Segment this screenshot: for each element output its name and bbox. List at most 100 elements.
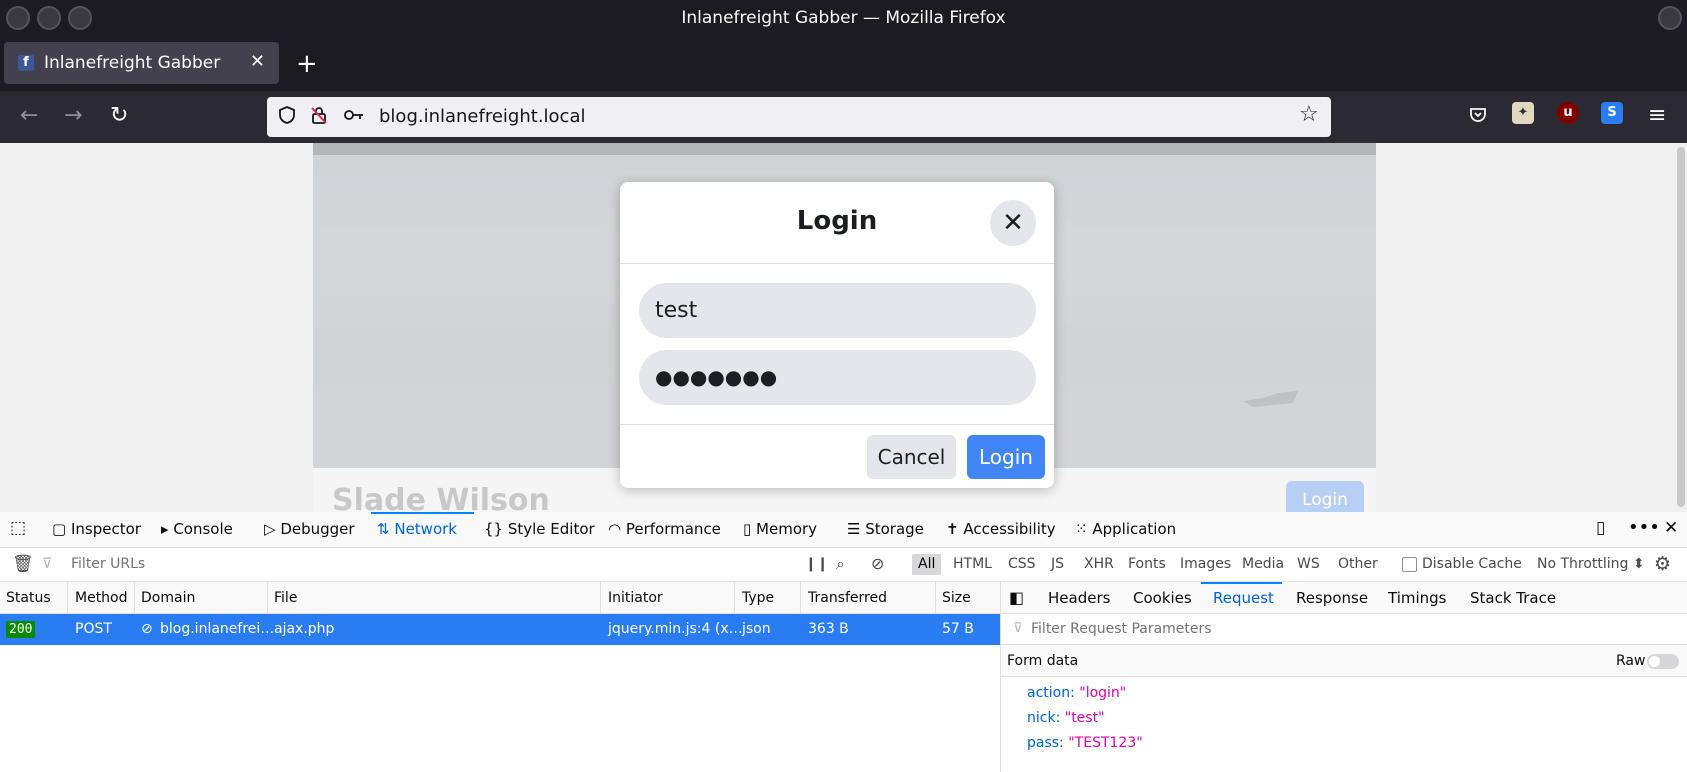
tab-accessibility[interactable]: ✝ Accessibility <box>946 520 1056 538</box>
filter-media[interactable]: Media <box>1242 556 1284 572</box>
extension-foxy-icon[interactable]: ✦ <box>1512 102 1534 124</box>
key-icon[interactable] <box>343 105 365 130</box>
tab-style-editor[interactable]: {} Style Editor <box>484 520 595 538</box>
request-details-sidebar: ◧ Headers Cookies Request Response Timin… <box>1000 582 1687 772</box>
url-text[interactable]: blog.inlanefreight.local <box>379 106 585 127</box>
browser-tab[interactable]: f Inlanefreight Gabber ✕ <box>4 42 279 84</box>
filter-all[interactable]: All <box>912 554 942 575</box>
tab-debugger[interactable]: ▷ Debugger <box>264 520 355 538</box>
request-domain: blog.inlanefrei… <box>160 621 275 637</box>
devtools-panel: ⬚ ▢ Inspector ▸ Console ▷ Debugger ⇅ Net… <box>0 512 1687 772</box>
raw-toggle-knob <box>1649 656 1660 667</box>
tab-storage[interactable]: ☰ Storage <box>847 520 924 538</box>
pause-icon[interactable]: ❙❙ <box>805 556 828 572</box>
filter-js[interactable]: JS <box>1051 556 1064 572</box>
ublock-origin-icon[interactable]: u <box>1557 102 1579 124</box>
extension-s-icon[interactable]: S <box>1601 102 1623 124</box>
page-scrollbar[interactable] <box>1677 147 1685 507</box>
modal-divider <box>620 263 1054 264</box>
trash-icon[interactable]: 🗑 <box>12 554 34 574</box>
form-data-header: Form data Raw <box>1001 645 1687 677</box>
column-divider <box>800 582 801 614</box>
password-field[interactable]: ●●●●●●● <box>639 350 1036 405</box>
column-size[interactable]: Size <box>942 590 971 606</box>
close-tab-icon[interactable]: ✕ <box>250 51 265 72</box>
throttling-select[interactable]: No Throttling ⬍ <box>1537 556 1645 572</box>
settings-gear-icon[interactable]: ⚙ <box>1654 553 1671 575</box>
column-transferred[interactable]: Transferred <box>808 590 887 606</box>
tab-inspector[interactable]: ▢ Inspector <box>52 520 141 538</box>
pocket-icon[interactable] <box>1468 105 1488 130</box>
tab-performance[interactable]: ◠ Performance <box>608 520 721 538</box>
request-table-header: Status Method Domain File Initiator Type… <box>0 582 1000 614</box>
reload-icon[interactable]: ↻ <box>110 103 128 128</box>
filter-html[interactable]: HTML <box>953 556 992 572</box>
column-status[interactable]: Status <box>6 590 51 606</box>
insecure-lock-icon[interactable] <box>309 105 329 130</box>
filter-images[interactable]: Images <box>1180 556 1231 572</box>
column-divider <box>600 582 601 614</box>
param-filter-bar: ⊽ Filter Request Parameters <box>1001 614 1687 645</box>
form-param[interactable]: action: "login" <box>1027 685 1126 701</box>
raw-toggle[interactable] <box>1647 654 1679 669</box>
tab-memory[interactable]: ▯ Memory <box>743 520 817 538</box>
table-row[interactable]: 200 POST ⊘ blog.inlanefrei… ajax.php jqu… <box>0 614 1000 645</box>
column-file[interactable]: File <box>274 590 297 606</box>
filter-urls-input[interactable]: Filter URLs <box>71 556 145 572</box>
column-divider <box>734 582 735 614</box>
close-devtools-icon[interactable]: ✕ <box>1664 518 1678 538</box>
filter-ws[interactable]: WS <box>1297 556 1320 572</box>
window-menu-dot[interactable] <box>1658 6 1682 30</box>
tab-response[interactable]: Response <box>1296 589 1368 607</box>
disable-cache-checkbox[interactable] <box>1402 557 1417 572</box>
filter-other[interactable]: Other <box>1338 556 1378 572</box>
modal-title: Login <box>796 206 878 236</box>
element-picker-icon[interactable]: ⬚ <box>10 518 26 538</box>
filter-fonts[interactable]: Fonts <box>1128 556 1166 572</box>
tab-headers[interactable]: Headers <box>1048 589 1110 607</box>
login-button[interactable]: Login <box>967 435 1045 479</box>
filter-params-input[interactable]: Filter Request Parameters <box>1031 621 1212 637</box>
gauge-icon: ◠ <box>608 520 626 538</box>
request-type: json <box>742 621 771 637</box>
block-icon[interactable]: ⊘ <box>871 554 884 573</box>
modal-close-icon[interactable]: ✕ <box>990 200 1036 246</box>
storage-icon: ☰ <box>847 520 866 538</box>
back-icon[interactable]: ← <box>20 103 38 128</box>
form-param[interactable]: nick: "test" <box>1027 710 1105 726</box>
responsive-design-icon[interactable]: ▯ <box>1596 518 1605 538</box>
profile-name: Slade Wilson <box>332 483 550 512</box>
tab-network[interactable]: ⇅ Network <box>377 520 457 538</box>
column-type[interactable]: Type <box>742 590 774 606</box>
tab-stack-trace[interactable]: Stack Trace <box>1470 589 1556 607</box>
more-options-icon[interactable]: ••• <box>1628 517 1660 538</box>
username-field[interactable]: test <box>639 283 1036 338</box>
network-filter-bar: 🗑 ⊽ Filter URLs ❙❙ ⌕ ⊘ All HTML CSS JS X… <box>0 548 1687 582</box>
tab-cookies[interactable]: Cookies <box>1133 589 1192 607</box>
devtools-toolbar: ⬚ ▢ Inspector ▸ Console ▷ Debugger ⇅ Net… <box>0 512 1687 548</box>
column-domain[interactable]: Domain <box>141 590 195 606</box>
tab-request[interactable]: Request <box>1213 589 1274 607</box>
cancel-button[interactable]: Cancel <box>867 435 956 479</box>
request-initiator[interactable]: jquery.min.js:4 (x… <box>608 621 743 637</box>
nav-toolbar: ← → ↻ blog.inlanefreight.local ☆ ✦ u S ≡ <box>0 91 1687 143</box>
background-login-button[interactable]: Login <box>1286 481 1364 512</box>
column-method[interactable]: Method <box>75 590 128 606</box>
url-bar[interactable]: blog.inlanefreight.local ☆ <box>267 97 1331 137</box>
tab-console[interactable]: ▸ Console <box>161 520 233 538</box>
forward-icon[interactable]: → <box>64 103 82 128</box>
braces-icon: {} <box>484 520 508 538</box>
bookmark-star-icon[interactable]: ☆ <box>1299 102 1319 127</box>
search-icon[interactable]: ⌕ <box>836 554 845 574</box>
login-modal: Login ✕ test ●●●●●●● Cancel Login <box>620 182 1054 488</box>
tab-application[interactable]: ⁙ Application <box>1075 520 1176 538</box>
hamburger-menu-icon[interactable]: ≡ <box>1648 103 1666 128</box>
column-initiator[interactable]: Initiator <box>608 590 663 606</box>
filter-xhr[interactable]: XHR <box>1084 556 1114 572</box>
shield-icon[interactable] <box>277 105 297 130</box>
toggle-sidebar-icon[interactable]: ◧ <box>1009 588 1024 607</box>
tab-timings[interactable]: Timings <box>1388 589 1447 607</box>
form-param[interactable]: pass: "TEST123" <box>1027 735 1143 751</box>
filter-css[interactable]: CSS <box>1008 556 1036 572</box>
new-tab-icon[interactable]: + <box>296 49 318 79</box>
